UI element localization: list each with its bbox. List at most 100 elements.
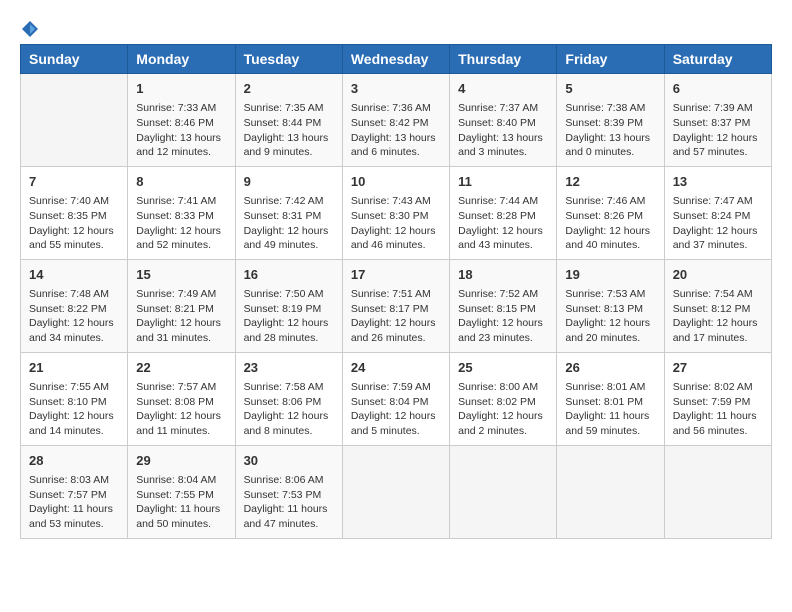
calendar-cell: 16 Sunrise: 7:50 AM Sunset: 8:19 PM Dayli… — [235, 259, 342, 352]
calendar-cell: 24 Sunrise: 7:59 AM Sunset: 8:04 PM Dayli… — [342, 352, 449, 445]
calendar-cell: 21 Sunrise: 7:55 AM Sunset: 8:10 PM Dayli… — [21, 352, 128, 445]
cell-content: Sunrise: 7:58 AM Sunset: 8:06 PM Dayligh… — [244, 380, 334, 439]
day-number: 16 — [244, 266, 334, 284]
week-row-2: 7 Sunrise: 7:40 AM Sunset: 8:35 PM Daylig… — [21, 166, 772, 259]
day-number: 22 — [136, 359, 226, 377]
calendar-cell: 5 Sunrise: 7:38 AM Sunset: 8:39 PM Daylig… — [557, 74, 664, 167]
week-row-1: 1 Sunrise: 7:33 AM Sunset: 8:46 PM Daylig… — [21, 74, 772, 167]
calendar-cell — [557, 445, 664, 538]
calendar-cell: 15 Sunrise: 7:49 AM Sunset: 8:21 PM Dayli… — [128, 259, 235, 352]
cell-content: Sunrise: 7:44 AM Sunset: 8:28 PM Dayligh… — [458, 194, 548, 253]
day-number: 13 — [673, 173, 763, 191]
day-number: 19 — [565, 266, 655, 284]
calendar-cell: 25Sunrise: 8:00 AM Sunset: 8:02 PM Dayli… — [450, 352, 557, 445]
calendar-cell: 29 Sunrise: 8:04 AM Sunset: 7:55 PM Dayli… — [128, 445, 235, 538]
cell-content: Sunrise: 7:55 AM Sunset: 8:10 PM Dayligh… — [29, 380, 119, 439]
calendar-cell: 14Sunrise: 7:48 AM Sunset: 8:22 PM Dayli… — [21, 259, 128, 352]
calendar-cell: 17 Sunrise: 7:51 AM Sunset: 8:17 PM Dayli… — [342, 259, 449, 352]
calendar-cell: 4 Sunrise: 7:37 AM Sunset: 8:40 PM Daylig… — [450, 74, 557, 167]
calendar-cell — [21, 74, 128, 167]
cell-content: Sunrise: 7:37 AM Sunset: 8:40 PM Dayligh… — [458, 101, 548, 160]
calendar-cell: 1 Sunrise: 7:33 AM Sunset: 8:46 PM Daylig… — [128, 74, 235, 167]
day-number: 6 — [673, 80, 763, 98]
cell-content: Sunrise: 7:39 AM Sunset: 8:37 PM Dayligh… — [673, 101, 763, 160]
cell-content: Sunrise: 8:04 AM Sunset: 7:55 PM Dayligh… — [136, 473, 226, 532]
calendar-cell — [664, 445, 771, 538]
page-header — [20, 20, 772, 34]
cell-content: Sunrise: 7:46 AM Sunset: 8:26 PM Dayligh… — [565, 194, 655, 253]
day-number: 11 — [458, 173, 548, 191]
week-row-5: 28 Sunrise: 8:03 AM Sunset: 7:57 PM Dayli… — [21, 445, 772, 538]
week-row-3: 14Sunrise: 7:48 AM Sunset: 8:22 PM Dayli… — [21, 259, 772, 352]
header-sunday: Sunday — [21, 45, 128, 74]
logo-icon — [21, 20, 39, 38]
calendar-cell: 30 Sunrise: 8:06 AM Sunset: 7:53 PM Dayli… — [235, 445, 342, 538]
calendar-cell: 23 Sunrise: 7:58 AM Sunset: 8:06 PM Dayli… — [235, 352, 342, 445]
day-number: 4 — [458, 80, 548, 98]
day-number: 21 — [29, 359, 119, 377]
cell-content: Sunrise: 8:02 AM Sunset: 7:59 PM Dayligh… — [673, 380, 763, 439]
calendar-cell: 7 Sunrise: 7:40 AM Sunset: 8:35 PM Daylig… — [21, 166, 128, 259]
calendar-cell — [450, 445, 557, 538]
cell-content: Sunrise: 7:47 AM Sunset: 8:24 PM Dayligh… — [673, 194, 763, 253]
cell-content: Sunrise: 7:50 AM Sunset: 8:19 PM Dayligh… — [244, 287, 334, 346]
cell-content: Sunrise: 7:59 AM Sunset: 8:04 PM Dayligh… — [351, 380, 441, 439]
cell-content: Sunrise: 7:51 AM Sunset: 8:17 PM Dayligh… — [351, 287, 441, 346]
day-number: 26 — [565, 359, 655, 377]
day-number: 20 — [673, 266, 763, 284]
calendar-cell: 12Sunrise: 7:46 AM Sunset: 8:26 PM Dayli… — [557, 166, 664, 259]
cell-content: Sunrise: 7:48 AM Sunset: 8:22 PM Dayligh… — [29, 287, 119, 346]
cell-content: Sunrise: 7:42 AM Sunset: 8:31 PM Dayligh… — [244, 194, 334, 253]
cell-content: Sunrise: 7:40 AM Sunset: 8:35 PM Dayligh… — [29, 194, 119, 253]
day-number: 28 — [29, 452, 119, 470]
day-number: 5 — [565, 80, 655, 98]
logo — [20, 20, 40, 34]
header-thursday: Thursday — [450, 45, 557, 74]
day-number: 7 — [29, 173, 119, 191]
day-number: 9 — [244, 173, 334, 191]
calendar-cell: 10Sunrise: 7:43 AM Sunset: 8:30 PM Dayli… — [342, 166, 449, 259]
calendar-cell: 3Sunrise: 7:36 AM Sunset: 8:42 PM Daylig… — [342, 74, 449, 167]
calendar-cell: 2 Sunrise: 7:35 AM Sunset: 8:44 PM Daylig… — [235, 74, 342, 167]
cell-content: Sunrise: 7:38 AM Sunset: 8:39 PM Dayligh… — [565, 101, 655, 160]
header-tuesday: Tuesday — [235, 45, 342, 74]
calendar-cell: 27 Sunrise: 8:02 AM Sunset: 7:59 PM Dayli… — [664, 352, 771, 445]
cell-content: Sunrise: 8:00 AM Sunset: 8:02 PM Dayligh… — [458, 380, 548, 439]
day-number: 30 — [244, 452, 334, 470]
day-number: 1 — [136, 80, 226, 98]
header-wednesday: Wednesday — [342, 45, 449, 74]
header-saturday: Saturday — [664, 45, 771, 74]
calendar-cell: 26 Sunrise: 8:01 AM Sunset: 8:01 PM Dayli… — [557, 352, 664, 445]
calendar-cell: 18Sunrise: 7:52 AM Sunset: 8:15 PM Dayli… — [450, 259, 557, 352]
week-row-4: 21 Sunrise: 7:55 AM Sunset: 8:10 PM Dayli… — [21, 352, 772, 445]
calendar-cell: 9 Sunrise: 7:42 AM Sunset: 8:31 PM Daylig… — [235, 166, 342, 259]
header-friday: Friday — [557, 45, 664, 74]
calendar-cell: 28 Sunrise: 8:03 AM Sunset: 7:57 PM Dayli… — [21, 445, 128, 538]
day-number: 2 — [244, 80, 334, 98]
day-number: 10 — [351, 173, 441, 191]
calendar-cell: 11 Sunrise: 7:44 AM Sunset: 8:28 PM Dayli… — [450, 166, 557, 259]
day-number: 15 — [136, 266, 226, 284]
calendar-cell: 19 Sunrise: 7:53 AM Sunset: 8:13 PM Dayli… — [557, 259, 664, 352]
cell-content: Sunrise: 8:03 AM Sunset: 7:57 PM Dayligh… — [29, 473, 119, 532]
header-monday: Monday — [128, 45, 235, 74]
day-number: 29 — [136, 452, 226, 470]
cell-content: Sunrise: 7:53 AM Sunset: 8:13 PM Dayligh… — [565, 287, 655, 346]
calendar-cell: 13 Sunrise: 7:47 AM Sunset: 8:24 PM Dayli… — [664, 166, 771, 259]
day-number: 27 — [673, 359, 763, 377]
day-number: 23 — [244, 359, 334, 377]
day-number: 17 — [351, 266, 441, 284]
cell-content: Sunrise: 8:06 AM Sunset: 7:53 PM Dayligh… — [244, 473, 334, 532]
calendar-cell — [342, 445, 449, 538]
cell-content: Sunrise: 7:35 AM Sunset: 8:44 PM Dayligh… — [244, 101, 334, 160]
day-number: 24 — [351, 359, 441, 377]
cell-content: Sunrise: 7:54 AM Sunset: 8:12 PM Dayligh… — [673, 287, 763, 346]
cell-content: Sunrise: 7:49 AM Sunset: 8:21 PM Dayligh… — [136, 287, 226, 346]
cell-content: Sunrise: 8:01 AM Sunset: 8:01 PM Dayligh… — [565, 380, 655, 439]
cell-content: Sunrise: 7:41 AM Sunset: 8:33 PM Dayligh… — [136, 194, 226, 253]
cell-content: Sunrise: 7:33 AM Sunset: 8:46 PM Dayligh… — [136, 101, 226, 160]
day-number: 8 — [136, 173, 226, 191]
calendar-cell: 22 Sunrise: 7:57 AM Sunset: 8:08 PM Dayli… — [128, 352, 235, 445]
cell-content: Sunrise: 7:57 AM Sunset: 8:08 PM Dayligh… — [136, 380, 226, 439]
calendar-table: SundayMondayTuesdayWednesdayThursdayFrid… — [20, 44, 772, 539]
